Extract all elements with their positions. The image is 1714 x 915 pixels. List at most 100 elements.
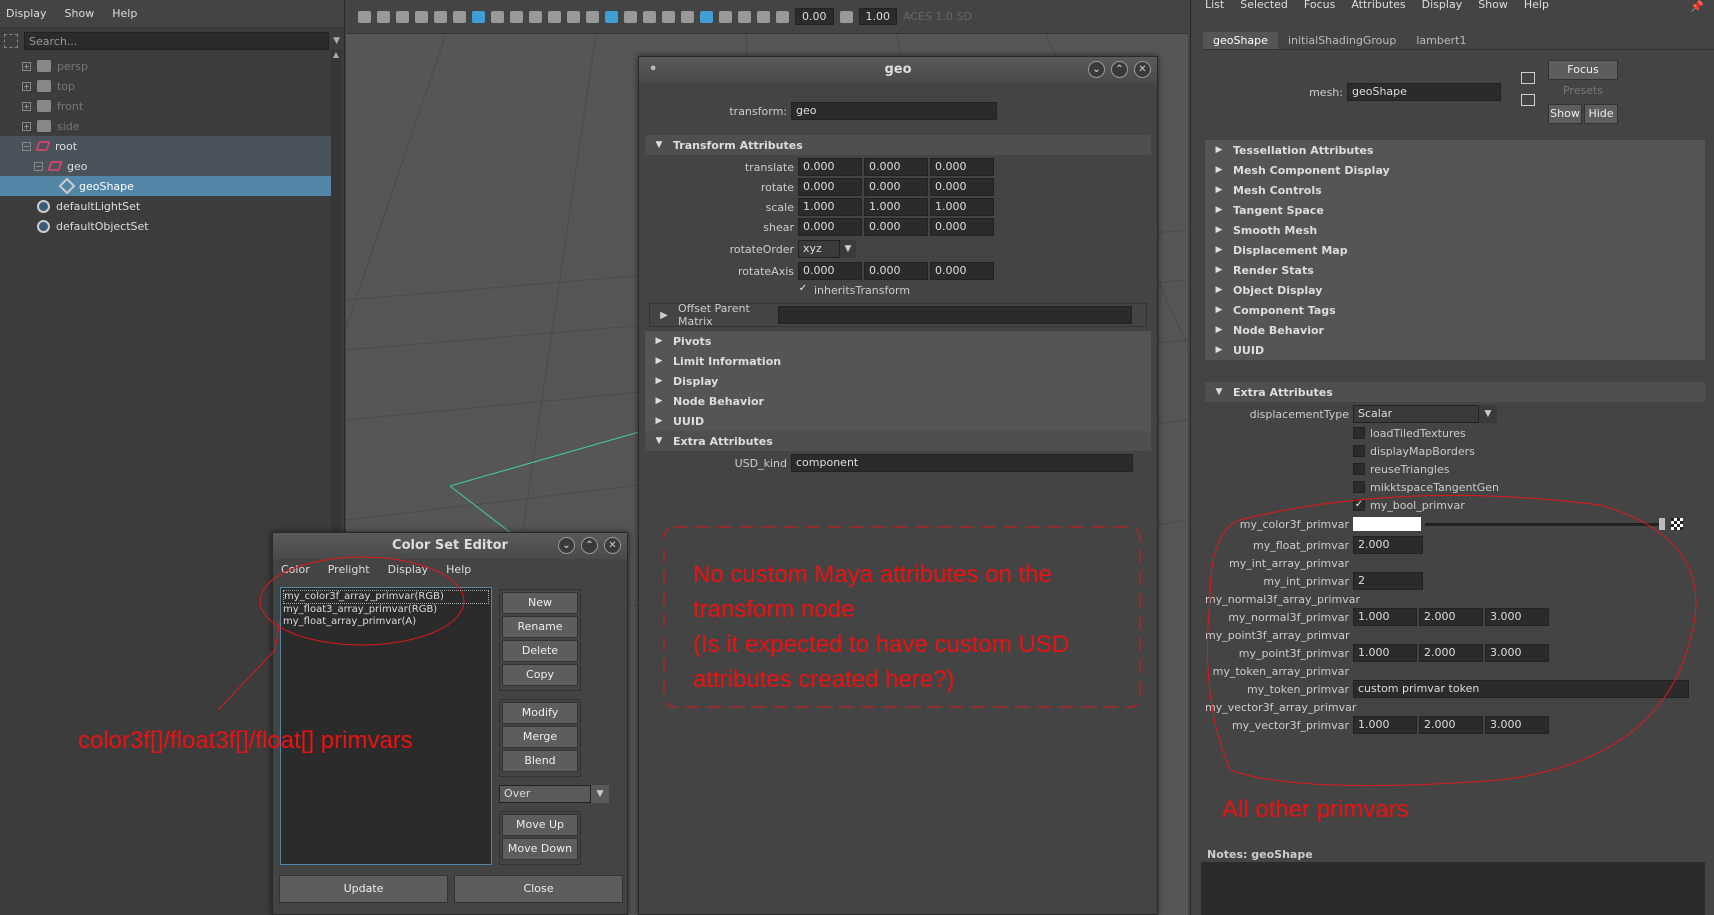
rotate-x-field[interactable]: 0.000 <box>798 178 862 196</box>
point-y[interactable]: 2.000 <box>1419 644 1483 662</box>
geo-section-display[interactable]: ▶ Display <box>645 371 1151 391</box>
ae-menu-selected[interactable]: Selected <box>1240 0 1288 12</box>
color-set-item[interactable]: my_float3_array_primvar(RGB) <box>283 604 489 616</box>
gamma-field[interactable]: 1.00 <box>858 8 897 25</box>
expand-plus-icon[interactable]: + <box>22 81 31 91</box>
mikktspaceTangentGen-checkbox[interactable] <box>1353 481 1365 493</box>
normal-y[interactable]: 2.000 <box>1419 608 1483 626</box>
tab-initial-shading-group[interactable]: initialShadingGroup <box>1278 32 1406 49</box>
expand-plus-icon[interactable]: + <box>22 61 31 71</box>
maximize-icon[interactable]: ⌃ <box>1111 61 1128 78</box>
outliner-item-geoShape[interactable]: geoShape <box>0 176 333 196</box>
close-icon[interactable]: ✕ <box>604 537 621 554</box>
ae-extra-section[interactable]: ▼ Extra Attributes <box>1205 382 1705 402</box>
vector-y[interactable]: 2.000 <box>1419 716 1483 734</box>
outliner-menu-help[interactable]: Help <box>112 7 137 20</box>
displacement-type-select[interactable]: Scalar <box>1353 405 1479 423</box>
expand-plus-icon[interactable]: + <box>22 101 31 111</box>
ae-section-uuid[interactable]: ▶ UUID <box>1205 340 1705 360</box>
wireframe-on-shaded-icon[interactable] <box>624 10 637 23</box>
isolate-icon[interactable] <box>719 10 732 23</box>
input-connection-icon[interactable] <box>1521 72 1535 84</box>
color-swatch[interactable] <box>1353 517 1421 531</box>
safe-action-icon[interactable] <box>567 10 580 23</box>
shear-z-field[interactable]: 0.000 <box>930 218 994 236</box>
outliner-item-root[interactable]: − root <box>0 136 333 156</box>
outliner-item-side[interactable]: + side <box>0 116 333 136</box>
shear-y-field[interactable]: 0.000 <box>864 218 928 236</box>
collapse-minus-icon[interactable] <box>46 182 55 191</box>
offset-parent-field[interactable] <box>778 306 1132 324</box>
ae-section-object-display[interactable]: ▶ Object Display <box>1205 280 1705 300</box>
cse-titlebar[interactable]: Color Set Editor ⌄ ⌃ ✕ <box>273 533 627 559</box>
close-button[interactable]: Close <box>454 875 623 903</box>
lights-icon[interactable] <box>662 10 675 23</box>
cse-menu-help[interactable]: Help <box>446 563 471 576</box>
vector-z[interactable]: 3.000 <box>1485 716 1549 734</box>
gamma-icon[interactable] <box>839 10 853 23</box>
ae-section-tangent-space[interactable]: ▶ Tangent Space <box>1205 200 1705 220</box>
move-up-button[interactable]: Move Up <box>502 814 578 836</box>
displayMapBorders-checkbox[interactable] <box>1353 445 1365 457</box>
usd-kind-field[interactable]: component <box>791 454 1133 472</box>
shadows-icon[interactable] <box>681 10 694 23</box>
blend-button[interactable]: Blend <box>502 750 578 772</box>
outliner-menu-show[interactable]: Show <box>65 7 95 20</box>
int-field[interactable]: 2 <box>1353 572 1423 590</box>
rotate-axis-z[interactable]: 0.000 <box>930 262 994 280</box>
show-button[interactable]: Show <box>1548 104 1582 124</box>
ae-menu-attributes[interactable]: Attributes <box>1351 0 1405 12</box>
tab-geoshape[interactable]: geoShape <box>1203 32 1278 49</box>
scale-z-field[interactable]: 1.000 <box>930 198 994 216</box>
token-field[interactable]: custom primvar token <box>1353 680 1689 698</box>
merge-button[interactable]: Merge <box>502 726 578 748</box>
transform-attributes-section[interactable]: ▼ Transform Attributes <box>645 135 1151 155</box>
rotate-axis-x[interactable]: 0.000 <box>798 262 862 280</box>
xray-icon[interactable] <box>738 10 751 23</box>
scroll-up-icon[interactable]: ▲ <box>331 50 341 59</box>
resolution-gate-icon[interactable] <box>510 10 523 23</box>
camera-select-icon[interactable] <box>358 10 371 23</box>
vector-x[interactable]: 1.000 <box>1353 716 1417 734</box>
rotate-axis-y[interactable]: 0.000 <box>864 262 928 280</box>
chevron-down-icon[interactable]: ▼ <box>591 785 609 803</box>
outliner-search-input[interactable]: Search... <box>24 32 330 50</box>
smooth-shade-icon[interactable] <box>605 10 618 23</box>
collapse-minus-icon[interactable]: − <box>34 161 43 171</box>
exposure-icon[interactable] <box>776 10 789 23</box>
ae-section-tessellation-attributes[interactable]: ▶ Tessellation Attributes <box>1205 140 1705 160</box>
ae-section-component-tags[interactable]: ▶ Component Tags <box>1205 300 1705 320</box>
shear-x-field[interactable]: 0.000 <box>798 218 862 236</box>
ae-section-render-stats[interactable]: ▶ Render Stats <box>1205 260 1705 280</box>
cse-menu-prelight[interactable]: Prelight <box>328 563 370 576</box>
outliner-filter-icon[interactable] <box>4 34 18 48</box>
offset-parent-section[interactable]: ▶ Offset Parent Matrix <box>649 302 1147 328</box>
maximize-icon[interactable]: ⌃ <box>581 537 598 554</box>
chevron-down-icon[interactable]: ▼ <box>1479 405 1497 423</box>
rename-button[interactable]: Rename <box>502 616 578 638</box>
geo-dialog-titlebar[interactable]: geo • ⌄ ⌃ ✕ <box>639 57 1157 83</box>
translate-y-field[interactable]: 0.000 <box>864 158 928 176</box>
grease-pencil-icon[interactable] <box>453 10 466 23</box>
outliner-item-defaultLightSet[interactable]: defaultLightSet <box>0 196 333 216</box>
color-set-item[interactable]: my_color3f_array_primvar(RGB) <box>283 590 489 604</box>
color-set-list[interactable]: my_color3f_array_primvar(RGB) my_float3_a… <box>280 587 492 865</box>
inherits-checkbox[interactable]: ✓ <box>797 284 809 296</box>
ae-menu-focus[interactable]: Focus <box>1304 0 1335 12</box>
hide-button[interactable]: Hide <box>1584 104 1618 124</box>
mesh-name-field[interactable]: geoShape <box>1347 83 1501 101</box>
ae-menu-help[interactable]: Help <box>1524 0 1549 12</box>
blend-mode-value[interactable]: Over <box>499 785 591 803</box>
slider-handle-icon[interactable] <box>1659 518 1665 530</box>
normal-x[interactable]: 1.000 <box>1353 608 1417 626</box>
move-down-button[interactable]: Move Down <box>502 838 578 860</box>
presets-button[interactable]: Presets <box>1548 82 1618 102</box>
field-chart-icon[interactable] <box>548 10 561 23</box>
normal-z[interactable]: 3.000 <box>1485 608 1549 626</box>
exposure-field[interactable]: 0.00 <box>795 8 834 25</box>
rotate-y-field[interactable]: 0.000 <box>864 178 928 196</box>
point-x[interactable]: 1.000 <box>1353 644 1417 662</box>
translate-x-field[interactable]: 0.000 <box>798 158 862 176</box>
ae-section-node-behavior[interactable]: ▶ Node Behavior <box>1205 320 1705 340</box>
minimize-icon[interactable]: ⌄ <box>1088 61 1105 78</box>
